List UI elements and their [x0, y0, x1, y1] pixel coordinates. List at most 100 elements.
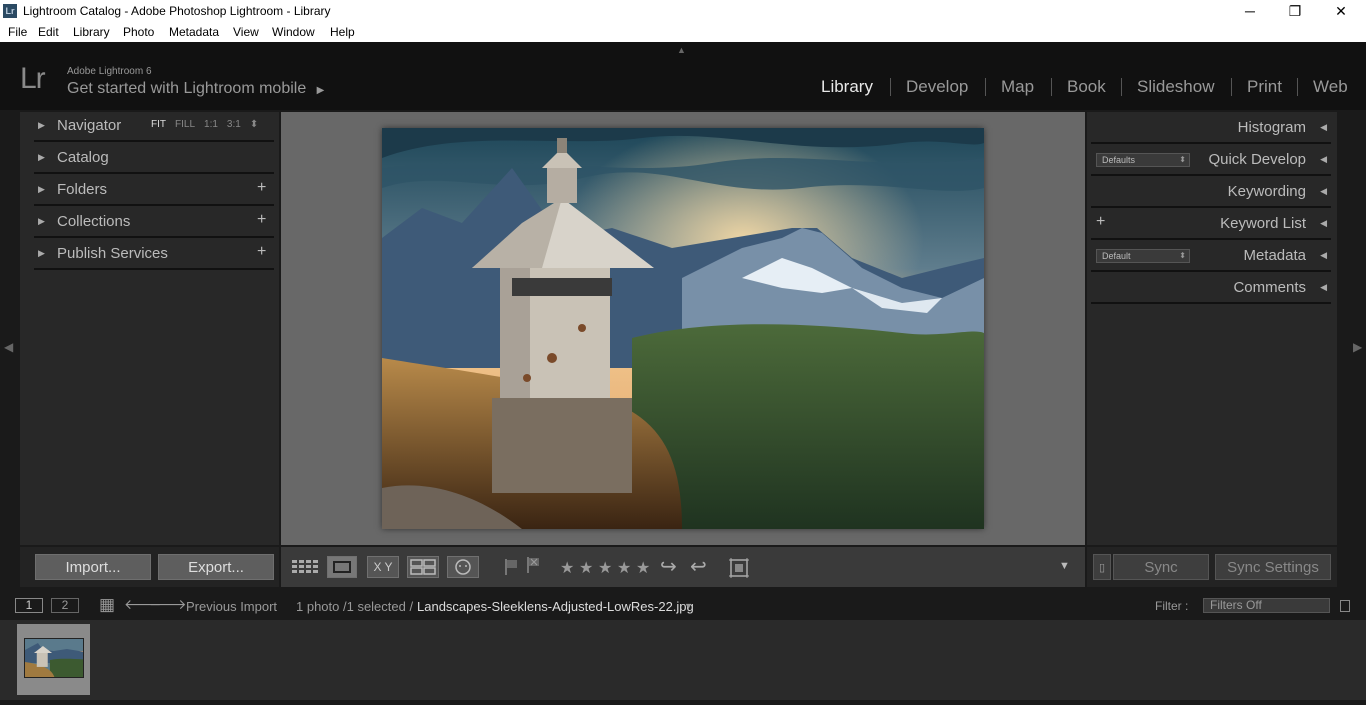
- add-publish-service-icon[interactable]: +: [257, 243, 266, 261]
- crop-overlay-icon[interactable]: [727, 556, 751, 585]
- panel-histogram[interactable]: Histogram ◀: [1087, 112, 1337, 144]
- flag-reject-icon[interactable]: [525, 556, 541, 579]
- loupe-view-icon[interactable]: [327, 556, 357, 578]
- zoom-stepper-icon[interactable]: ⬍: [250, 119, 258, 130]
- filmstrip[interactable]: [0, 620, 1366, 700]
- right-panel-toggle-icon[interactable]: ▶: [1353, 340, 1362, 354]
- thumbnail[interactable]: [24, 638, 84, 678]
- filename-dropdown-icon[interactable]: ▼: [684, 601, 693, 611]
- page-2-button[interactable]: 2: [51, 598, 79, 613]
- window-title: Lightroom Catalog - Adobe Photoshop Ligh…: [23, 4, 331, 18]
- page-1-button[interactable]: 1: [15, 598, 43, 613]
- import-export-bar: Import... Export...: [20, 547, 279, 587]
- star-5-icon[interactable]: ★: [636, 558, 650, 578]
- compare-view-icon[interactable]: X Y: [367, 556, 399, 578]
- panel-label: Navigator: [57, 117, 122, 134]
- menu-bar: File Edit Library Photo Metadata View Wi…: [0, 23, 1366, 42]
- metadata-preset-select[interactable]: Default ⬍: [1096, 249, 1190, 263]
- panel-collections[interactable]: ▶ Collections +: [20, 208, 279, 238]
- menu-help[interactable]: Help: [330, 25, 355, 39]
- star-3-icon[interactable]: ★: [598, 558, 612, 578]
- selection-count: 1 photo /1 selected /: [296, 599, 414, 614]
- close-button[interactable]: ✕: [1318, 1, 1364, 21]
- panel-publish-services[interactable]: ▶ Publish Services +: [20, 240, 279, 270]
- forward-arrow-icon[interactable]: 🡒: [149, 596, 187, 613]
- module-develop[interactable]: Develop: [906, 77, 968, 97]
- zoom-fill[interactable]: FILL: [175, 119, 195, 130]
- main-photo[interactable]: [382, 128, 984, 529]
- filmstrip-bar: 1 2 ▦ 🡐 🡒 Previous Import 1 photo /1 sel…: [0, 593, 1366, 620]
- collapse-triangle-icon: ◀: [1320, 186, 1327, 196]
- rotate-right-icon[interactable]: ↩: [690, 554, 707, 579]
- filename[interactable]: Landscapes-Sleeklens-Adjusted-LowRes-22.…: [417, 599, 694, 614]
- module-separator: [1231, 78, 1232, 96]
- star-4-icon[interactable]: ★: [617, 558, 631, 578]
- panel-label: Histogram: [1237, 119, 1306, 136]
- panel-label: Catalog: [57, 149, 109, 166]
- menu-edit[interactable]: Edit: [38, 25, 59, 39]
- panel-navigator[interactable]: ▶ Navigator FIT FILL 1:1 3:1 ⬍: [20, 112, 279, 142]
- panel-quick-develop[interactable]: Defaults ⬍ Quick Develop ◀: [1087, 144, 1337, 176]
- menu-metadata[interactable]: Metadata: [169, 25, 219, 39]
- menu-view[interactable]: View: [233, 25, 259, 39]
- survey-view-icon[interactable]: [407, 556, 439, 578]
- module-library[interactable]: Library: [821, 77, 873, 97]
- menu-photo[interactable]: Photo: [123, 25, 154, 39]
- module-separator: [890, 78, 891, 96]
- star-1-icon[interactable]: ★: [560, 558, 574, 578]
- auto-sync-switch[interactable]: ▯: [1093, 554, 1111, 580]
- flag-pick-icon[interactable]: [503, 558, 519, 581]
- import-button[interactable]: Import...: [35, 554, 151, 580]
- add-folder-icon[interactable]: +: [257, 179, 266, 197]
- quick-develop-preset-select[interactable]: Defaults ⬍: [1096, 153, 1190, 167]
- minimize-button[interactable]: ─: [1227, 1, 1273, 21]
- right-panel: Histogram ◀ Defaults ⬍ Quick Develop ◀ Ke…: [1087, 112, 1337, 545]
- module-print[interactable]: Print: [1247, 77, 1282, 97]
- rotate-left-icon[interactable]: ↪: [660, 554, 677, 579]
- expand-triangle-icon: ▶: [38, 120, 45, 130]
- export-button[interactable]: Export...: [158, 554, 274, 580]
- panel-keywording[interactable]: Keywording ◀: [1087, 176, 1337, 208]
- filter-lock-icon[interactable]: [1340, 600, 1350, 612]
- module-map[interactable]: Map: [1001, 77, 1034, 97]
- grid-view-icon[interactable]: [289, 556, 319, 578]
- filter-label: Filter :: [1155, 599, 1189, 613]
- panel-metadata[interactable]: Default ⬍ Metadata ◀: [1087, 240, 1337, 272]
- panel-comments[interactable]: Comments ◀: [1087, 272, 1337, 304]
- menu-library[interactable]: Library: [73, 25, 110, 39]
- zoom-1-1[interactable]: 1:1: [204, 119, 218, 130]
- star-2-icon[interactable]: ★: [579, 558, 593, 578]
- expand-triangle-icon: ▶: [38, 152, 45, 162]
- left-panel-toggle-icon[interactable]: ◀: [4, 340, 13, 354]
- collapse-triangle-icon: ◀: [1320, 218, 1327, 228]
- module-web[interactable]: Web: [1313, 77, 1348, 97]
- zoom-fit[interactable]: FIT: [151, 119, 166, 130]
- mobile-prompt[interactable]: Get started with Lightroom mobile ▶: [67, 80, 324, 98]
- module-separator: [1121, 78, 1122, 96]
- source-label[interactable]: Previous Import: [186, 599, 277, 614]
- menu-window[interactable]: Window: [272, 25, 315, 39]
- panel-folders[interactable]: ▶ Folders +: [20, 176, 279, 206]
- sync-settings-button[interactable]: Sync Settings: [1215, 554, 1331, 580]
- zoom-3-1[interactable]: 3:1: [227, 119, 241, 130]
- thumbnail-cell[interactable]: [17, 624, 90, 695]
- maximize-button[interactable]: ❐: [1272, 1, 1318, 21]
- toolbar: X Y ★ ★ ★ ★ ★ ↪ ↩ ▼: [281, 547, 1085, 587]
- grid-icon[interactable]: ▦: [99, 595, 115, 615]
- panel-label: Comments: [1233, 279, 1306, 296]
- filter-select[interactable]: Filters Off: [1203, 598, 1330, 613]
- module-slideshow[interactable]: Slideshow: [1137, 77, 1215, 97]
- toolbar-menu-arrow-icon[interactable]: ▼: [1059, 560, 1070, 572]
- top-panel-toggle-icon[interactable]: ▲: [677, 45, 686, 55]
- panel-catalog[interactable]: ▶ Catalog: [20, 144, 279, 174]
- module-book[interactable]: Book: [1067, 77, 1106, 97]
- module-separator: [1297, 78, 1298, 96]
- menu-file[interactable]: File: [8, 25, 27, 39]
- loupe-view[interactable]: [281, 112, 1085, 545]
- panel-keyword-list[interactable]: + Keyword List ◀: [1087, 208, 1337, 240]
- people-view-icon[interactable]: [447, 556, 479, 578]
- add-keyword-icon[interactable]: +: [1096, 213, 1105, 231]
- sync-button[interactable]: Sync: [1113, 554, 1209, 580]
- add-collection-icon[interactable]: +: [257, 211, 266, 229]
- expand-triangle-icon: ▶: [38, 184, 45, 194]
